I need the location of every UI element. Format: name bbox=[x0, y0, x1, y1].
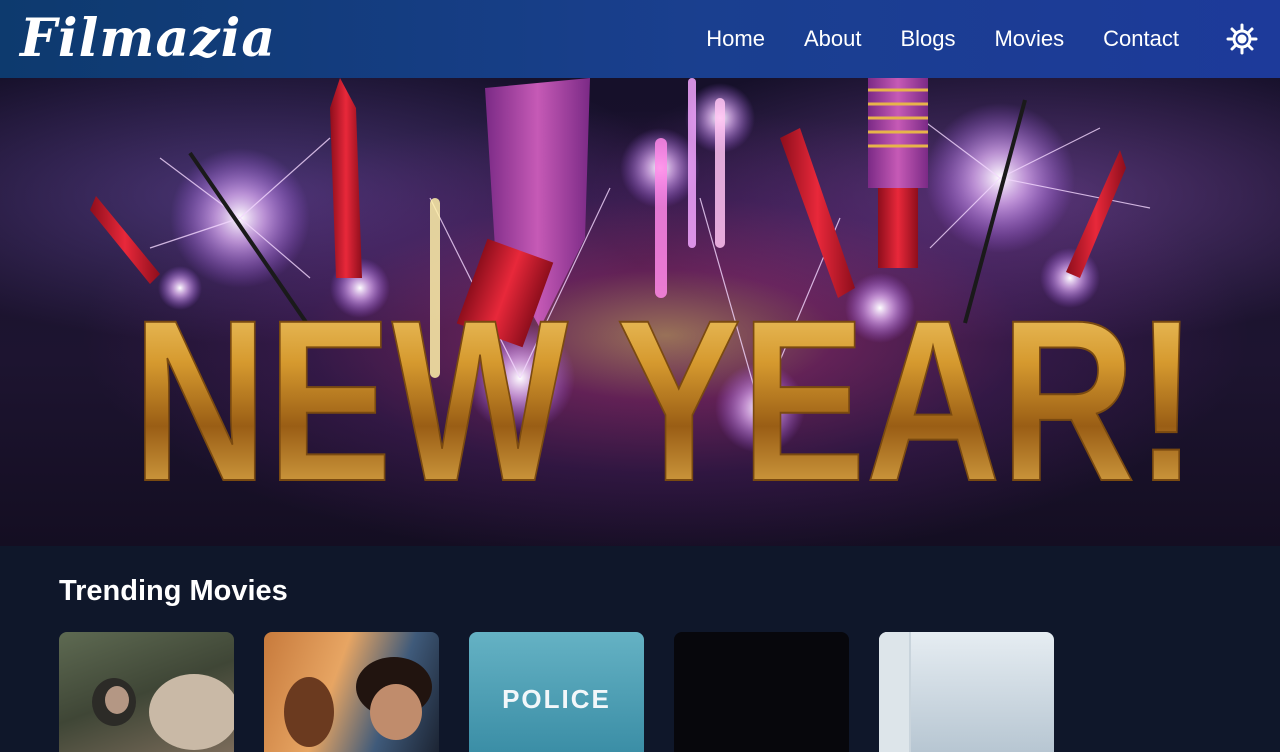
movie-card[interactable] bbox=[264, 632, 439, 752]
hero-banner-text: NEW YEAR! bbox=[133, 300, 1198, 510]
hero-headline: NEW YEAR! bbox=[132, 300, 1199, 510]
nav-home-link[interactable]: Home bbox=[706, 26, 765, 52]
movie-poster-image bbox=[879, 632, 911, 752]
movie-card[interactable] bbox=[59, 632, 234, 752]
site-logo[interactable]: Filmazia bbox=[20, 4, 276, 74]
movie-card-title: POLICE bbox=[502, 684, 611, 714]
navbar: Filmazia Home About Blogs Movies Contact bbox=[0, 0, 1280, 78]
movie-poster-image bbox=[284, 657, 432, 747]
nav-blogs-link[interactable]: Blogs bbox=[900, 26, 955, 52]
nav-about-link[interactable]: About bbox=[804, 26, 862, 52]
movie-card[interactable]: POLICE bbox=[469, 632, 644, 752]
hero-banner: NEW YEAR! bbox=[0, 78, 1280, 546]
movie-card[interactable] bbox=[674, 632, 849, 752]
movie-card[interactable] bbox=[879, 632, 1054, 752]
movie-poster-image bbox=[92, 674, 234, 750]
trending-movies-row: POLICE bbox=[59, 632, 1054, 752]
sun-icon[interactable] bbox=[1226, 23, 1258, 55]
nav-contact-link[interactable]: Contact bbox=[1103, 26, 1179, 52]
nav-movies-link[interactable]: Movies bbox=[994, 26, 1064, 52]
nav-links: Home About Blogs Movies Contact bbox=[706, 0, 1179, 78]
trending-movies-heading: Trending Movies bbox=[59, 575, 288, 607]
